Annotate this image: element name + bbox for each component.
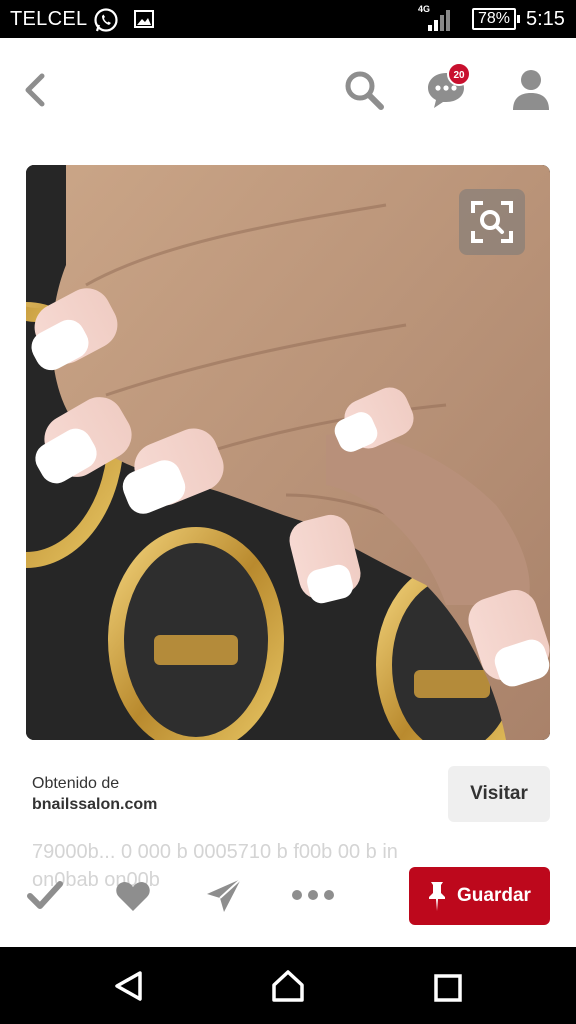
save-button[interactable]: Guardar (409, 867, 550, 925)
back-icon[interactable] (22, 72, 50, 108)
nav-recent-icon[interactable] (434, 974, 462, 1002)
carrier-name: TELCEL (10, 8, 88, 30)
send-icon[interactable] (204, 876, 244, 916)
whatsapp-icon (94, 8, 118, 32)
status-bar: TELCEL 4G 78% 5:15 (0, 0, 576, 38)
visit-button[interactable]: Visitar (448, 766, 550, 822)
image-icon (134, 10, 154, 28)
signal-icon (428, 10, 450, 31)
nav-back-icon[interactable] (112, 969, 146, 1003)
top-bar: 20 (0, 38, 576, 148)
nav-home-icon[interactable] (270, 969, 306, 1003)
save-label: Guardar (457, 885, 531, 906)
visual-search-icon (471, 201, 513, 243)
search-icon[interactable] (342, 68, 386, 112)
profile-icon[interactable] (510, 68, 552, 112)
notification-badge: 20 (447, 62, 471, 86)
source-domain[interactable]: bnailssalon.com (32, 796, 157, 814)
pin-icon (429, 882, 445, 911)
pin-image[interactable] (26, 165, 550, 740)
visual-search-button[interactable] (459, 189, 525, 255)
more-icon[interactable] (290, 885, 336, 905)
heart-icon[interactable] (114, 878, 152, 914)
source-label: Obtenido de (32, 775, 120, 792)
check-icon[interactable] (26, 878, 64, 914)
navigation-bar (0, 947, 576, 1024)
clock: 5:15 (526, 8, 565, 30)
battery-icon: 78% (472, 8, 521, 30)
